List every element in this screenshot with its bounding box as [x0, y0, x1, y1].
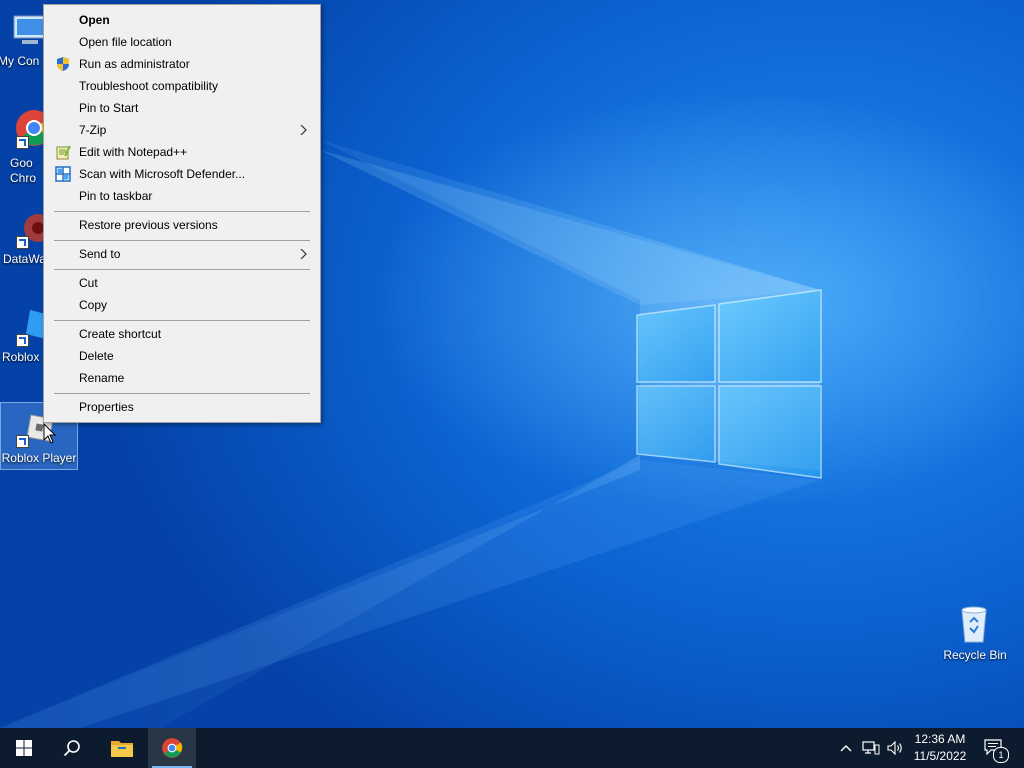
chrome-icon [162, 738, 183, 758]
menu-item-label: Send to [79, 247, 121, 261]
start-icon [16, 740, 32, 756]
recycle-bin-icon [961, 606, 987, 643]
shortcut-arrow-icon [16, 236, 29, 249]
volume-button[interactable] [884, 728, 906, 768]
menu-item-7-zip[interactable]: 7-Zip [46, 119, 318, 141]
clock-date: 11/5/2022 [913, 749, 967, 763]
menu-item-pin-to-taskbar[interactable]: Pin to taskbar [46, 185, 318, 207]
menu-item-troubleshoot-compatibility[interactable]: Troubleshoot compatibility [46, 75, 318, 97]
menu-item-copy[interactable]: Copy [46, 294, 318, 316]
shortcut-arrow-icon [16, 334, 29, 347]
menu-item-scan-with-defender[interactable]: Scan with Microsoft Defender... [46, 163, 318, 185]
menu-separator [54, 320, 310, 321]
desktop-icon-recycle-bin[interactable]: Recycle Bin [936, 600, 1014, 666]
mouse-cursor-icon [43, 423, 57, 444]
menu-item-pin-to-start[interactable]: Pin to Start [46, 97, 318, 119]
menu-item-create-shortcut[interactable]: Create shortcut [46, 323, 318, 345]
desktop-icon-label: Recycle Bin [943, 648, 1007, 662]
menu-item-label: Delete [79, 349, 114, 363]
menu-item-label: Pin to Start [79, 101, 139, 115]
windows-logo-wallpaper [636, 289, 822, 479]
menu-item-edit-with-notepad-plus-plus[interactable]: Edit with Notepad++ [46, 141, 318, 163]
start-button[interactable] [0, 728, 48, 768]
menu-item-cut[interactable]: Cut [46, 272, 318, 294]
search-icon [63, 740, 80, 757]
show-hidden-icons-button[interactable] [836, 728, 856, 768]
menu-item-properties[interactable]: Properties [46, 396, 318, 418]
menu-item-label: Restore previous versions [79, 218, 218, 232]
search-button[interactable] [48, 728, 96, 768]
action-center-button[interactable]: 1 [978, 728, 1018, 768]
menu-item-label: Scan with Microsoft Defender... [79, 167, 246, 181]
file-explorer-icon [111, 741, 133, 757]
menu-item-restore-previous-versions[interactable]: Restore previous versions [46, 214, 318, 236]
menu-item-label: 7-Zip [79, 123, 107, 137]
menu-separator [54, 393, 310, 394]
menu-separator [54, 240, 310, 241]
defender-icon [55, 166, 71, 182]
menu-separator [54, 269, 310, 270]
notepad-plus-plus-icon [56, 145, 71, 160]
chrome-taskbar-button[interactable] [148, 728, 196, 768]
menu-item-rename[interactable]: Rename [46, 367, 318, 389]
menu-item-label: Copy [79, 298, 108, 312]
menu-item-open-file-location[interactable]: Open file location [46, 31, 318, 53]
shortcut-arrow-icon [16, 136, 29, 149]
menu-item-label: Create shortcut [79, 327, 162, 341]
chevron-right-icon [300, 249, 307, 259]
uac-shield-icon [57, 57, 69, 71]
taskbar: 12:36 AM 11/5/2022 1 [0, 728, 1024, 768]
menu-item-label: Run as administrator [79, 57, 190, 71]
context-menu: Open Open file location Run as administr… [43, 4, 321, 423]
menu-item-label: Edit with Notepad++ [79, 145, 188, 159]
volume-icon [887, 740, 902, 756]
desktop-icon-label: Roblox Player [1, 451, 77, 465]
taskbar-clock[interactable]: 12:36 AM 11/5/2022 [906, 728, 974, 768]
menu-item-open[interactable]: Open [46, 9, 318, 31]
notification-count-badge: 1 [993, 747, 1009, 763]
menu-item-send-to[interactable]: Send to [46, 243, 318, 265]
chevron-right-icon [300, 125, 307, 135]
network-button[interactable] [860, 728, 882, 768]
menu-item-label: Cut [79, 276, 98, 290]
menu-item-run-as-administrator[interactable]: Run as administrator [46, 53, 318, 75]
menu-item-delete[interactable]: Delete [46, 345, 318, 367]
menu-item-label: Troubleshoot compatibility [79, 79, 218, 93]
menu-item-label: Open [79, 13, 110, 27]
menu-item-label: Rename [79, 371, 125, 385]
menu-item-label: Pin to taskbar [79, 189, 153, 203]
network-icon [862, 741, 880, 755]
clock-time: 12:36 AM [914, 732, 966, 746]
menu-item-label: Properties [79, 400, 134, 414]
menu-item-label: Open file location [79, 35, 172, 49]
shortcut-arrow-icon [16, 435, 29, 448]
menu-separator [54, 211, 310, 212]
chevron-up-icon [840, 745, 852, 752]
file-explorer-button[interactable] [98, 728, 146, 768]
